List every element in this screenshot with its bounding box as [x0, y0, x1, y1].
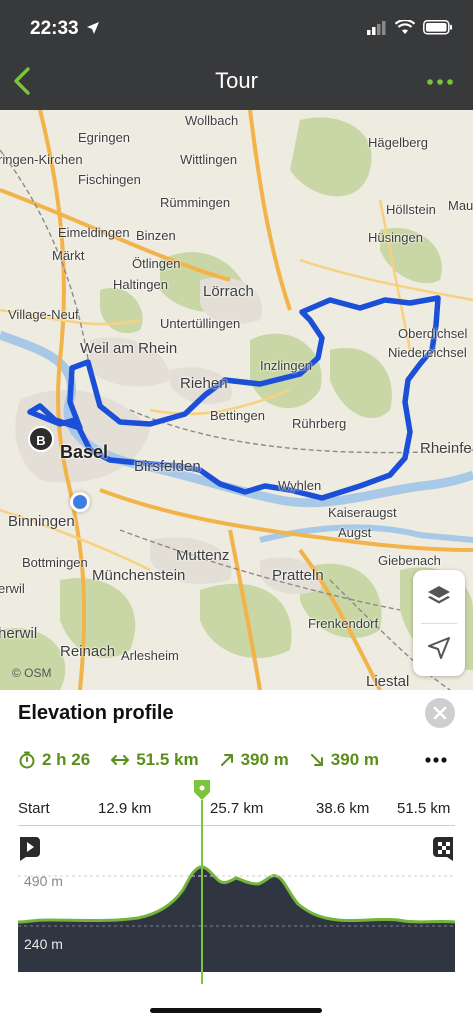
- axis-label-3: 38.6 km: [316, 800, 370, 817]
- map-attribution[interactable]: © OSM: [12, 666, 52, 680]
- distance-stat: 51.5 km: [110, 750, 199, 770]
- place-label: Mau: [448, 198, 473, 213]
- descent-arrow-icon: [310, 754, 323, 766]
- place-label: Binningen: [8, 513, 75, 530]
- place-label: Kaiseraugst: [328, 505, 397, 520]
- elevation-chart[interactable]: [18, 862, 455, 972]
- place-label: Ötlingen: [132, 256, 181, 271]
- place-label: erwil: [0, 581, 25, 596]
- place-label: Binzen: [136, 228, 176, 243]
- axis-line: [18, 825, 455, 826]
- place-label: Bottmingen: [22, 555, 88, 570]
- place-label: Augst: [338, 525, 372, 540]
- place-label: Riehen: [180, 375, 228, 392]
- ascent-stat: 390 m: [219, 750, 289, 770]
- place-label: Wyhlen: [278, 478, 322, 493]
- place-label: Arlesheim: [121, 648, 179, 663]
- descent-stat: 390 m: [309, 750, 379, 770]
- layers-icon[interactable]: [426, 583, 452, 609]
- place-label: Münchenstein: [92, 567, 186, 584]
- place-label: Hägelberg: [368, 135, 428, 150]
- ascent-arrow-icon: [220, 754, 233, 766]
- wifi-icon: [395, 20, 415, 34]
- top-bar: 22:33 Tour: [0, 0, 473, 110]
- place-label: Egringen: [78, 130, 131, 145]
- axis-label-start: Start: [18, 800, 50, 817]
- close-button[interactable]: [425, 698, 455, 728]
- start-flag-icon: [20, 837, 40, 861]
- start-marker[interactable]: B: [28, 426, 54, 452]
- stopwatch-icon: [19, 751, 35, 769]
- place-label: Birsfelden: [134, 458, 201, 475]
- axis-label-4: 51.5 km: [397, 800, 451, 817]
- duration-stat: 2 h 26: [18, 750, 90, 770]
- elevation-min-label: 240 m: [24, 936, 63, 952]
- ascent-value: 390 m: [240, 750, 289, 769]
- place-label: Pratteln: [272, 567, 324, 584]
- location-arrow-icon: [87, 22, 99, 34]
- place-label: Hüsingen: [368, 230, 423, 245]
- place-label: Haltingen: [113, 277, 168, 292]
- place-label: Liestal: [366, 673, 410, 690]
- place-label: Muttenz: [176, 547, 230, 564]
- more-options-icon[interactable]: [425, 72, 455, 92]
- place-label: Rümmingen: [160, 195, 231, 210]
- distance-arrows-icon: [111, 755, 130, 765]
- place-label: herwil: [0, 625, 38, 642]
- place-label: Weil am Rhein: [80, 340, 178, 357]
- elevation-sheet: Elevation profile 2 h 26 51.5 km 390 m 3…: [0, 690, 473, 1023]
- place-label: Eimeldingen: [58, 225, 130, 240]
- place-label: Village-Neuf: [8, 307, 79, 322]
- place-label: Reinach: [60, 643, 116, 660]
- sheet-title: Elevation profile: [18, 702, 174, 724]
- axis-label-2: 25.7 km: [210, 800, 264, 817]
- place-label: Bettingen: [210, 408, 265, 423]
- map-base: [0, 110, 473, 690]
- place-label: Giebenach: [378, 553, 441, 568]
- place-label: Niedereichsel: [388, 345, 467, 360]
- place-label: Rheinfe: [420, 440, 472, 457]
- profile-cursor[interactable]: [190, 778, 214, 984]
- tour-stats: 2 h 26 51.5 km 390 m 390 m: [18, 748, 455, 772]
- place-label: ringen-Kirchen: [0, 152, 83, 167]
- place-label: Frenkendorf: [308, 616, 379, 631]
- finish-flag-icon: [433, 837, 453, 861]
- status-time: 22:33: [30, 18, 79, 39]
- home-indicator: [150, 1008, 322, 1013]
- place-label: Basel: [60, 442, 109, 462]
- place-label: Wittlingen: [180, 152, 238, 167]
- axis-label-1: 12.9 km: [98, 800, 152, 817]
- place-label: Inzlingen: [260, 358, 313, 373]
- controls-divider: [421, 623, 457, 624]
- map-controls: [413, 570, 465, 676]
- place-label: Fischingen: [78, 172, 141, 187]
- descent-value: 390 m: [330, 750, 379, 769]
- place-label: Untertüllingen: [160, 316, 241, 331]
- place-label: Oberdichsel: [398, 326, 468, 341]
- navigate-arrow-icon[interactable]: [427, 636, 451, 660]
- close-icon: [433, 706, 447, 720]
- place-label: Höllstein: [386, 202, 436, 217]
- place-label: Märkt: [52, 248, 85, 263]
- status-indicators: [367, 20, 453, 35]
- duration-value: 2 h 26: [42, 750, 91, 769]
- elevation-max-label: 490 m: [24, 873, 63, 889]
- route-map[interactable]: Wollbach Egringen Hägelberg ringen-Kirchen W…: [0, 110, 473, 690]
- current-location-dot: [70, 492, 90, 512]
- place-label: Rührberg: [292, 416, 347, 431]
- distance-value: 51.5 km: [136, 750, 199, 769]
- page-title: Tour: [215, 68, 258, 93]
- signal-icon: [367, 20, 386, 35]
- place-label: Wollbach: [185, 113, 239, 128]
- stats-more-icon[interactable]: [423, 748, 449, 772]
- battery-icon: [423, 20, 452, 35]
- place-label: Lörrach: [203, 283, 254, 300]
